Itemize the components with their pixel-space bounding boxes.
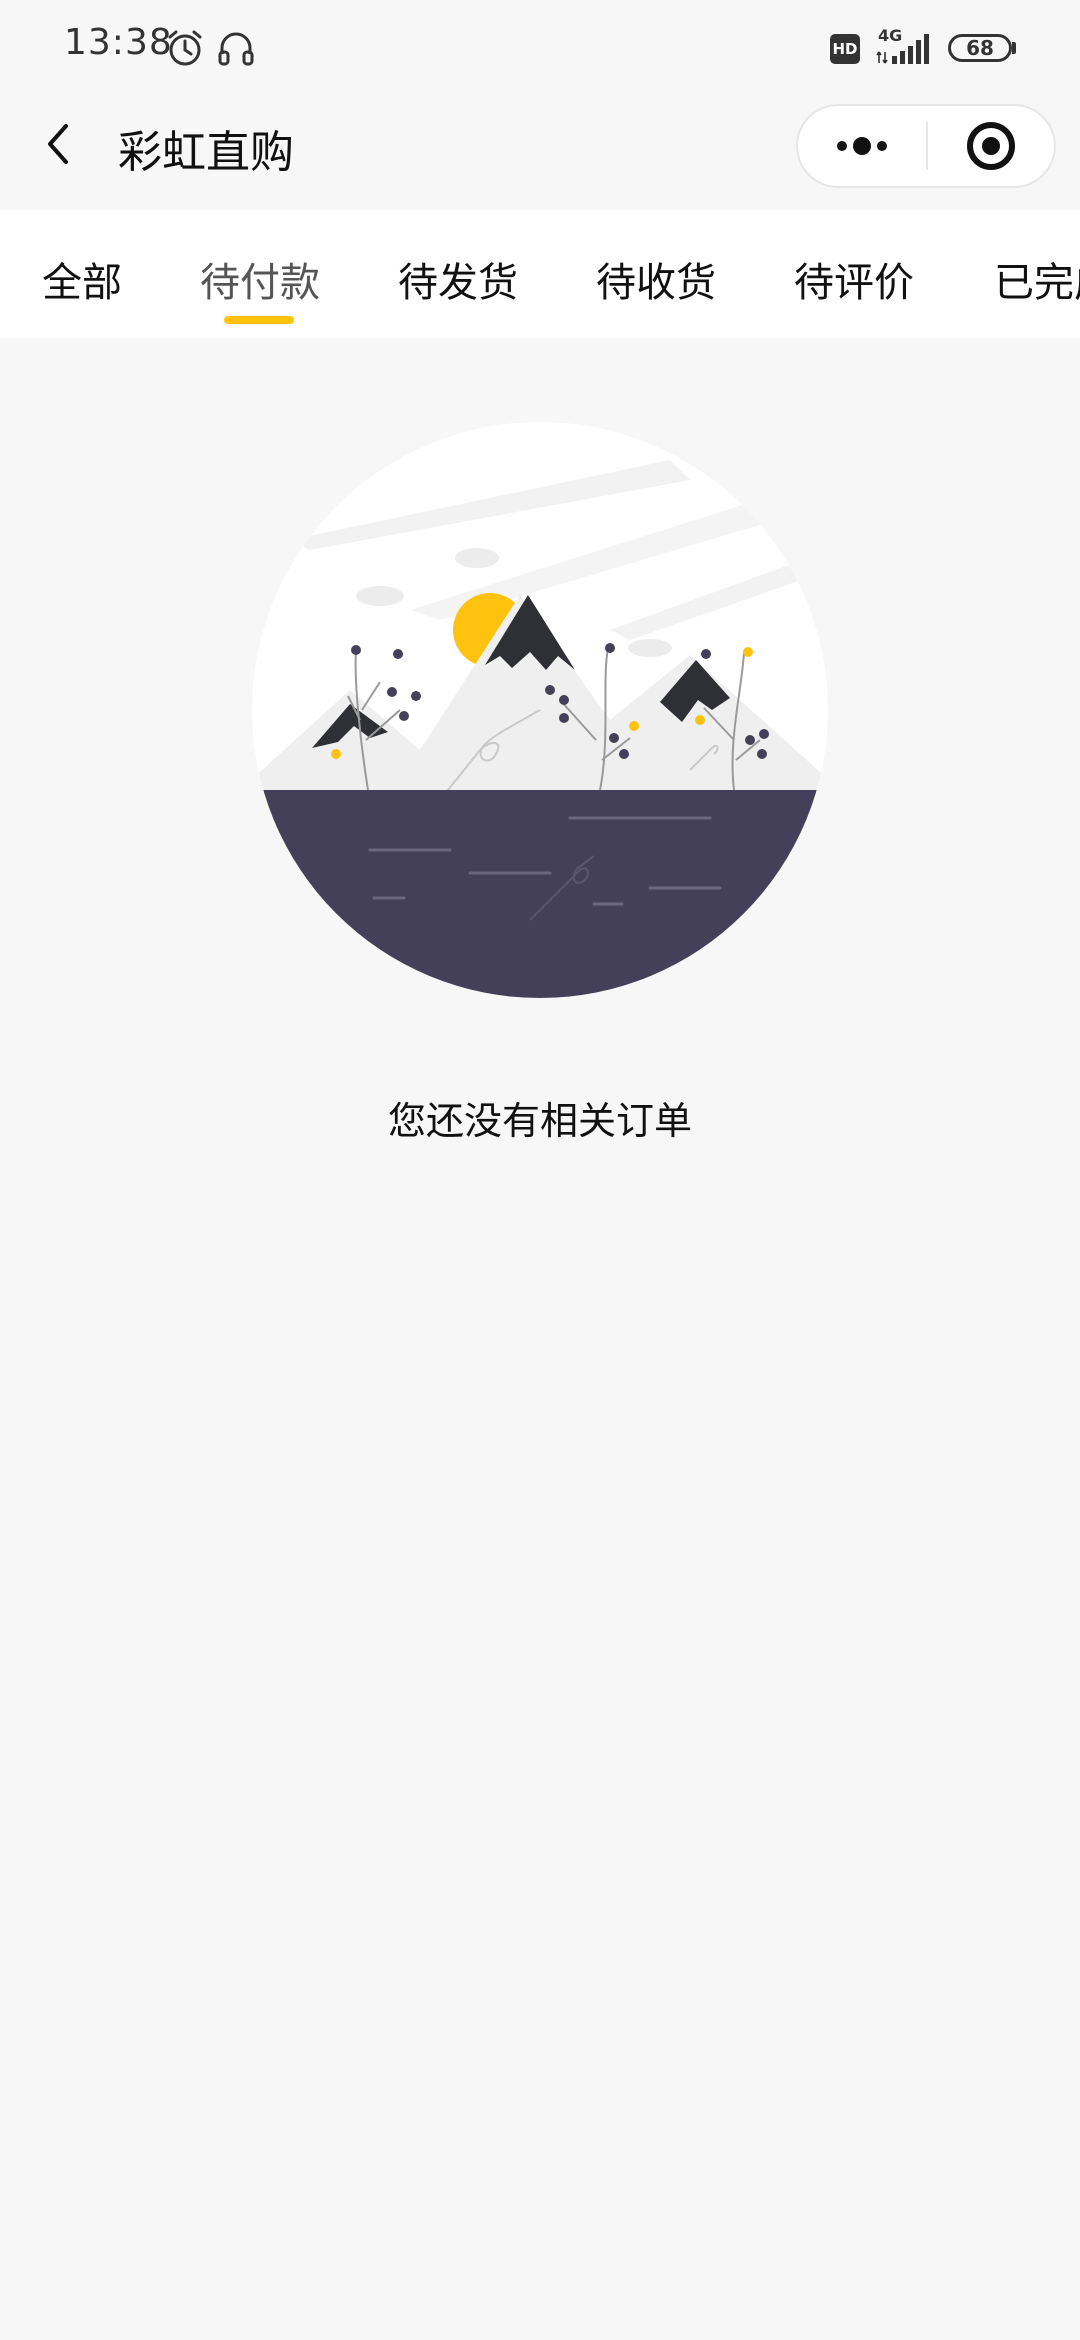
target-close-icon — [967, 122, 1015, 170]
page-title: 彩虹直购 — [118, 127, 294, 178]
chevron-left-icon — [48, 124, 68, 164]
empty-state-message: 您还没有相关订单 — [387, 1099, 692, 1143]
tab-pending-review[interactable]: 待评价 — [794, 250, 914, 308]
status-bar: 13:38 HD 4G 68 — [0, 0, 1080, 98]
mini-program-capsule — [796, 104, 1056, 188]
status-time: 13:38 — [64, 22, 173, 63]
hd-badge: HD — [830, 34, 860, 64]
headset-icon — [216, 28, 256, 72]
tab-pending-payment[interactable]: 待付款 — [200, 250, 320, 308]
back-button[interactable] — [30, 116, 86, 172]
navigation-bar: 彩虹直购 — [0, 98, 1080, 210]
more-button[interactable] — [798, 106, 926, 186]
battery-indicator: 68 — [948, 34, 1012, 62]
tab-pending-shipment[interactable]: 待发货 — [398, 250, 518, 308]
tab-completed[interactable]: 已完成 — [994, 250, 1080, 308]
alarm-icon — [166, 28, 204, 72]
battery-nub — [1012, 42, 1016, 54]
close-mini-program-button[interactable] — [928, 106, 1054, 186]
tab-all[interactable]: 全部 — [42, 250, 122, 308]
more-dots-icon — [837, 137, 887, 155]
signal-strength-icon — [876, 30, 936, 70]
order-status-tabs: 全部 待付款 待发货 待收货 待评价 已完成 — [0, 210, 1080, 338]
tab-pending-receipt[interactable]: 待收货 — [596, 250, 716, 308]
empty-orders-illustration — [250, 420, 830, 1000]
active-tab-indicator — [224, 316, 294, 324]
